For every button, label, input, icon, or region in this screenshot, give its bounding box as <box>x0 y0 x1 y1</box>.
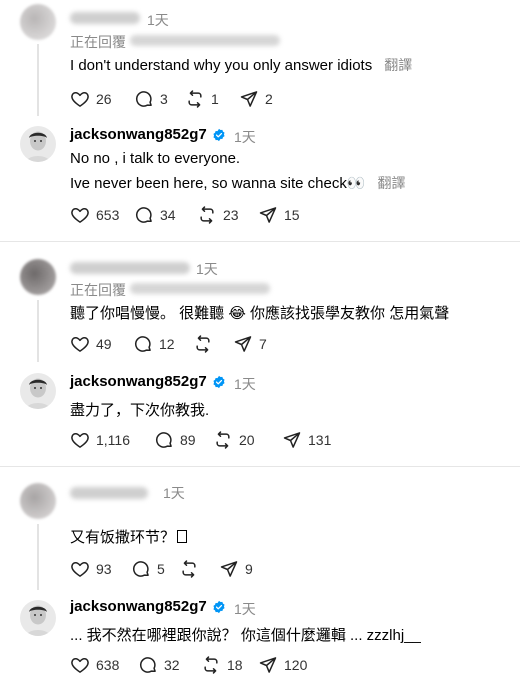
post-time: 1天 <box>234 376 256 392</box>
heart-icon <box>70 655 90 675</box>
action-bar: 49 12 7 <box>70 334 267 354</box>
reply-text: 聽了你唱慢慢。 很難聽 😂 你應該找張學友教你 怎用氣聲 <box>70 305 450 322</box>
eyes-emoji: 👀 <box>346 175 366 192</box>
comment-icon <box>134 205 154 225</box>
heart-icon <box>70 205 90 225</box>
comment-button[interactable]: 32 <box>138 655 201 675</box>
verified-badge-icon <box>212 600 226 614</box>
blurred-username[interactable] <box>70 12 140 24</box>
share-button[interactable]: 15 <box>258 205 300 225</box>
post-time: 1天 <box>147 12 169 28</box>
repost-button[interactable]: 23 <box>197 205 258 225</box>
username[interactable]: jacksonwang852g7 <box>70 126 207 143</box>
avatar[interactable] <box>20 259 56 295</box>
like-button[interactable]: 653 <box>70 205 134 225</box>
share-button[interactable]: 9 <box>219 559 253 579</box>
username[interactable]: jacksonwang852g7 <box>70 373 207 390</box>
profile-photo-icon <box>20 126 56 162</box>
thread-divider <box>0 466 520 467</box>
share-icon <box>219 559 239 579</box>
blurred-username[interactable] <box>70 487 148 499</box>
repost-icon <box>185 89 205 109</box>
repost-icon <box>201 655 221 675</box>
reply-text: No no , i talk to everyone. <box>70 150 241 167</box>
reply-text: ... 我不然在哪裡跟你說？ 你這個什麼邏輯 ... zzzlhj__ <box>70 627 421 644</box>
post-time: 1天 <box>163 485 185 501</box>
username[interactable]: jacksonwang852g7 <box>70 598 207 615</box>
share-icon <box>258 655 278 675</box>
post-time: 1天 <box>196 261 218 277</box>
repost-icon <box>197 205 217 225</box>
avatar[interactable] <box>20 483 56 519</box>
comment-button[interactable]: 5 <box>131 559 179 579</box>
repost-button[interactable] <box>193 334 233 354</box>
profile-photo-icon <box>20 600 56 636</box>
share-button[interactable]: 120 <box>258 655 307 675</box>
like-button[interactable]: 93 <box>70 559 131 579</box>
repost-icon <box>213 430 233 450</box>
comment-icon <box>133 334 153 354</box>
thread-line <box>37 44 39 116</box>
share-button[interactable]: 131 <box>282 430 331 450</box>
post-time: 1天 <box>234 601 256 617</box>
comment-button[interactable]: 12 <box>133 334 193 354</box>
repost-button[interactable]: 20 <box>213 430 282 450</box>
missing-glyph-box <box>177 530 188 543</box>
reply-text-line2: Ive never been here, so wanna site check… <box>70 175 406 192</box>
action-bar: 93 5 9 <box>70 559 253 579</box>
thread-line <box>37 300 39 362</box>
like-button[interactable]: 638 <box>70 655 138 675</box>
avatar-jacksonwang[interactable] <box>20 126 56 162</box>
action-bar: 26 3 1 2 <box>70 89 273 109</box>
translate-link[interactable]: 翻譯 <box>378 175 406 191</box>
heart-icon <box>70 430 90 450</box>
heart-icon <box>70 559 90 579</box>
heart-icon <box>70 334 90 354</box>
repost-icon <box>193 334 213 354</box>
verified-badge-icon <box>212 128 226 142</box>
verified-badge-icon <box>212 375 226 389</box>
avatar[interactable] <box>20 4 56 40</box>
blurred-username[interactable] <box>70 262 190 274</box>
comment-icon <box>138 655 158 675</box>
comment-button[interactable]: 3 <box>134 89 185 109</box>
repost-icon <box>179 559 199 579</box>
repost-button[interactable]: 18 <box>201 655 258 675</box>
comment-icon <box>154 430 174 450</box>
avatar-jacksonwang[interactable] <box>20 600 56 636</box>
share-icon <box>233 334 253 354</box>
share-button[interactable]: 2 <box>239 89 273 109</box>
translate-link[interactable]: 翻譯 <box>384 57 412 73</box>
heart-icon <box>70 89 90 109</box>
like-button[interactable]: 26 <box>70 89 134 109</box>
reply-text: I don't understand why you only answer i… <box>70 57 413 74</box>
action-bar: 1,116 89 20 131 <box>70 430 331 450</box>
comment-icon <box>134 89 154 109</box>
blurred-replying-username[interactable] <box>130 283 270 294</box>
repost-button[interactable] <box>179 559 219 579</box>
replying-to-label: 正在回覆 <box>70 34 126 50</box>
post-time: 1天 <box>234 129 256 145</box>
avatar-jacksonwang[interactable] <box>20 373 56 409</box>
action-bar: 653 34 23 15 <box>70 205 300 225</box>
share-icon <box>258 205 278 225</box>
replying-to-label: 正在回覆 <box>70 282 126 298</box>
blurred-replying-username[interactable] <box>130 35 280 46</box>
reply-text: 又有饭撒环节？ <box>70 526 188 547</box>
laughing-emoji: 😂 <box>228 305 246 322</box>
like-button[interactable]: 1,116 <box>70 430 154 450</box>
comment-button[interactable]: 89 <box>154 430 213 450</box>
reply-text: 盡力了，下次你教我. <box>70 402 210 419</box>
thread-line <box>37 524 39 590</box>
comment-button[interactable]: 34 <box>134 205 197 225</box>
share-icon <box>239 89 259 109</box>
thread-divider <box>0 241 520 242</box>
like-button[interactable]: 49 <box>70 334 133 354</box>
repost-button[interactable]: 1 <box>185 89 239 109</box>
share-icon <box>282 430 302 450</box>
profile-photo-icon <box>20 373 56 409</box>
action-bar: 638 32 18 120 <box>70 655 307 675</box>
share-button[interactable]: 7 <box>233 334 267 354</box>
comment-icon <box>131 559 151 579</box>
